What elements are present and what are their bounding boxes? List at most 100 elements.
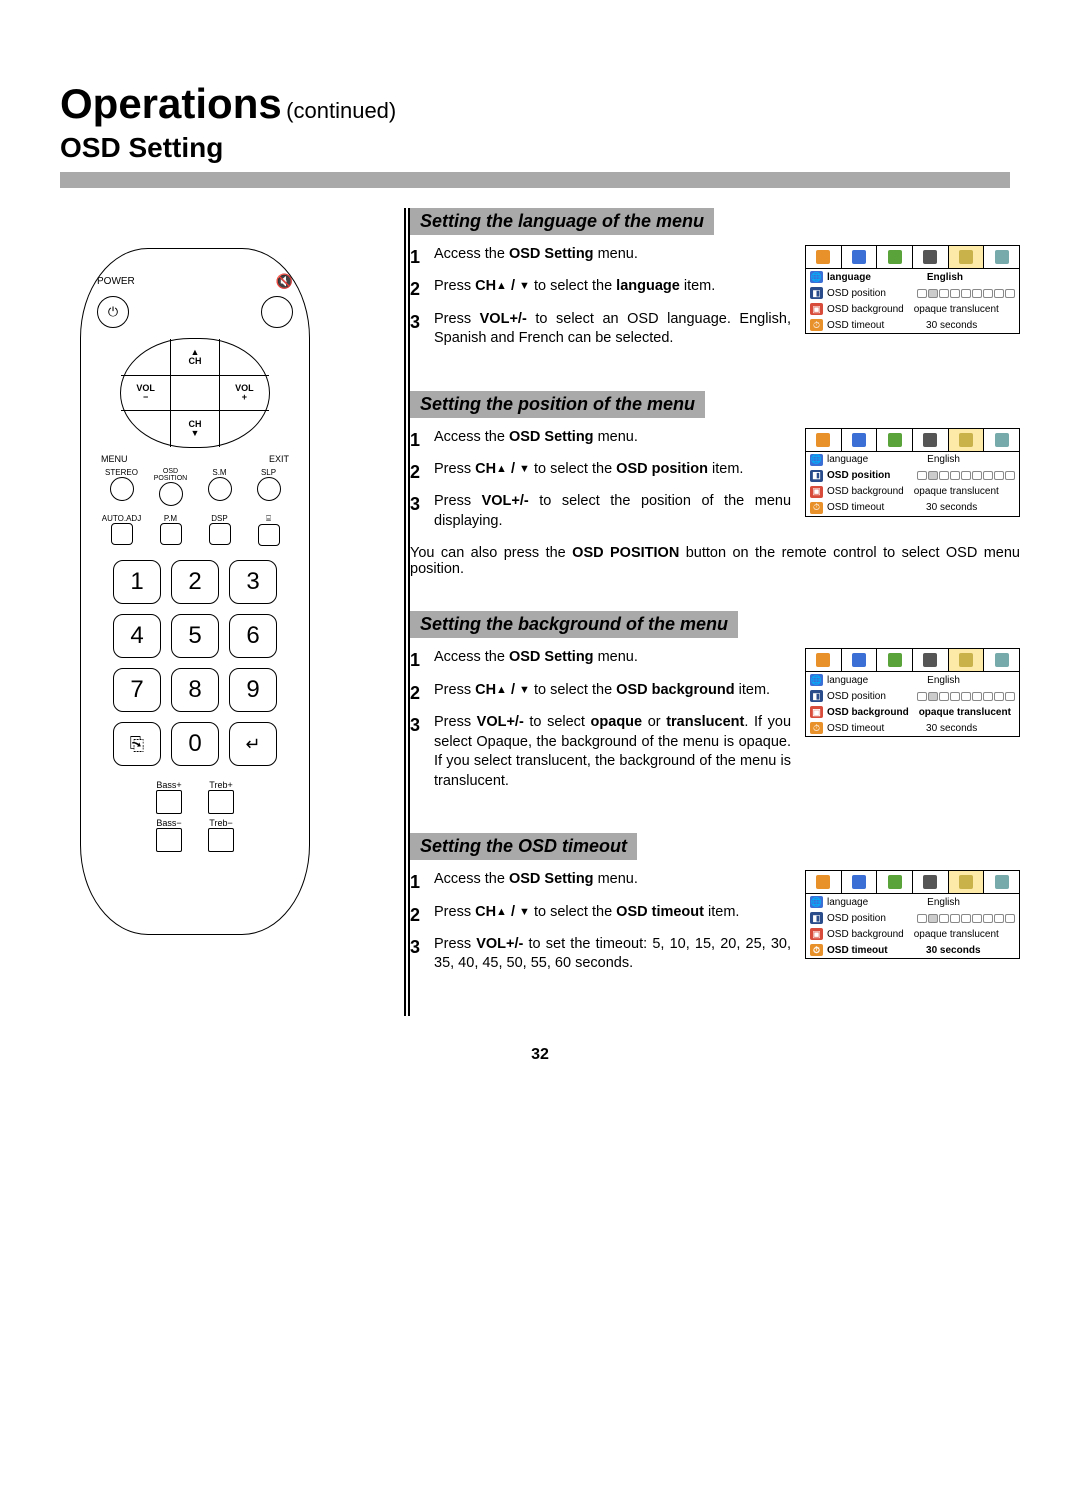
osd-row-label: language: [827, 454, 868, 465]
osd-tab-icon: [913, 649, 949, 671]
instructions-column: Setting the language of the menu1Access …: [370, 208, 1020, 1016]
osd-row: ⏱OSD timeout30 seconds: [806, 500, 1019, 516]
vol-minus: VOL −: [136, 384, 155, 402]
step-text: Press CH▲ / ▼ to select the OSD timeout …: [434, 903, 791, 927]
steps-list: 1Access the OSD Setting menu.2Press CH▲ …: [410, 870, 791, 982]
page-title-line: Operations (continued): [60, 80, 1020, 128]
osd-position-boxes: [890, 914, 1015, 923]
step: 3Press VOL+/- to select the position of …: [410, 492, 791, 531]
osd-tab-icon: [877, 246, 913, 268]
osd-row-label: OSD background: [827, 304, 904, 315]
osd-row: ◧OSD position: [806, 688, 1019, 704]
osd-row-value: 30 seconds: [888, 320, 1015, 331]
osd-row-icon: ◧: [810, 690, 823, 702]
osd-tab-icon: [842, 246, 878, 268]
osd-row-icon: ◧: [810, 287, 823, 299]
osd-row-icon: 🌐: [810, 896, 823, 908]
osd-tab-icon: [984, 871, 1019, 893]
osd-preview: 🌐languageEnglish◧OSD position▣OSD backgr…: [805, 428, 1020, 517]
osd-position-boxes: [894, 471, 1015, 480]
osd-row: ▣ OSD background opaque translucent: [806, 926, 1019, 942]
osd-row-icon: ▣: [810, 706, 823, 718]
step-number: 1: [410, 648, 426, 672]
osd-row: ▣OSD backgroundopaque translucent: [806, 704, 1019, 720]
osd-row: ◧OSD position: [806, 910, 1019, 926]
osd-row-icon: ⏱: [810, 944, 823, 956]
step-number: 3: [410, 310, 426, 349]
osd-preview: 🌐languageEnglish◧OSD position▣OSD backgr…: [805, 870, 1020, 959]
osd-tab-icon: [806, 871, 842, 893]
content-row: POWER 🔇 ⏻ ▲CH VOL − VOL +: [60, 208, 1020, 1016]
manual-page: Operations (continued) OSD Setting POWER…: [0, 0, 1080, 1104]
num-5: 5: [171, 614, 219, 658]
osd-tab-icon: [913, 246, 949, 268]
osd-row-label: OSD background: [827, 486, 904, 497]
osd-tab-icon: [842, 429, 878, 451]
osd-row: 🌐languageEnglish: [806, 894, 1019, 910]
osd-row-label: language: [827, 897, 868, 908]
osd-row-icon: ⏱: [810, 319, 823, 331]
column-divider: [404, 208, 410, 1016]
mute-icon: 🔇: [276, 273, 293, 290]
osd-row-label: OSD background: [827, 929, 904, 940]
osd-tab-icon: [806, 246, 842, 268]
num-9: 9: [229, 668, 277, 712]
osd-row: 🌐languageEnglish: [806, 269, 1019, 285]
num-4: 4: [113, 614, 161, 658]
instruction-section: Setting the language of the menu1Access …: [410, 208, 1020, 357]
step: 2Press CH▲ / ▼ to select the OSD timeout…: [410, 903, 791, 927]
instruction-section: Setting the position of the menu1Access …: [410, 391, 1020, 578]
osd-row: ⏱OSD timeout30 seconds: [806, 942, 1019, 958]
osd-row-icon: ◧: [810, 470, 823, 482]
step-number: 3: [410, 713, 426, 791]
osd-row: ◧ OSD position: [806, 285, 1019, 301]
bass-minus-label: Bass−: [156, 818, 182, 828]
section-note: You can also press the OSD POSITION butt…: [410, 545, 1020, 577]
osd-tab-icon: [842, 649, 878, 671]
osd-row-value: 30 seconds: [888, 723, 1015, 734]
power-label: POWER: [97, 276, 135, 287]
osd-preview: 🌐languageEnglish◧OSD position▣OSD backgr…: [805, 648, 1020, 737]
osd-row-label: OSD position: [827, 288, 886, 299]
osd-position-boxes: [890, 692, 1015, 701]
vol-plus: VOL +: [235, 384, 254, 402]
step-number: 1: [410, 870, 426, 894]
osd-row-label: language: [827, 675, 868, 686]
num-7: 7: [113, 668, 161, 712]
remote-row-labels-2: AUTO.ADJ P.M DSP ⌸: [97, 514, 293, 546]
osd-row-value: English: [875, 272, 1015, 283]
osd-row-icon: ▣: [810, 928, 823, 940]
step-text: Press CH▲ / ▼ to select the OSD backgrou…: [434, 681, 791, 705]
osd-tab-icon: [984, 246, 1019, 268]
osd-tab-icon: [984, 649, 1019, 671]
bass-plus-label: Bass+: [156, 780, 182, 790]
osd-row-label: OSD background: [827, 707, 909, 718]
osd-row-value: opaque translucent: [908, 304, 1015, 315]
step-text: Press VOL+/- to select an OSD language. …: [434, 310, 791, 349]
step-text: Press CH▲ / ▼ to select the OSD position…: [434, 460, 791, 484]
osd-tab-icon: [949, 429, 985, 451]
steps-list: 1Access the OSD Setting menu.2Press CH▲ …: [410, 428, 791, 540]
section-heading: Setting the language of the menu: [410, 208, 714, 235]
step: 2Press CH▲ / ▼ to select the language it…: [410, 277, 791, 301]
step-text: Press VOL+/- to select opaque or translu…: [434, 713, 791, 791]
step: 3Press VOL+/- to set the timeout: 5, 10,…: [410, 935, 791, 974]
osd-tab-icon: [877, 649, 913, 671]
step-text: Access the OSD Setting menu.: [434, 245, 791, 269]
osd-row-icon: ⏱: [810, 502, 823, 514]
osd-tab-icon: [949, 871, 985, 893]
section-heading: Setting the background of the menu: [410, 611, 738, 638]
steps-list: 1Access the OSD Setting menu.2Press CH▲ …: [410, 648, 791, 799]
step: 3Press VOL+/- to select opaque or transl…: [410, 713, 791, 791]
ch-up: ▲CH: [188, 348, 201, 366]
step-text: Press VOL+/- to set the timeout: 5, 10, …: [434, 935, 791, 974]
osd-row-icon: ▣: [810, 486, 823, 498]
osd-row-value: opaque translucent: [908, 929, 1015, 940]
step: 1Access the OSD Setting menu.: [410, 648, 791, 672]
num-0: 0: [171, 722, 219, 766]
osd-row-icon: 🌐: [810, 271, 823, 283]
osd-tab-icon: [877, 429, 913, 451]
num-enter: ↵: [229, 722, 277, 766]
osd-tab-icon: [949, 246, 985, 268]
osd-position-boxes: [890, 289, 1015, 298]
